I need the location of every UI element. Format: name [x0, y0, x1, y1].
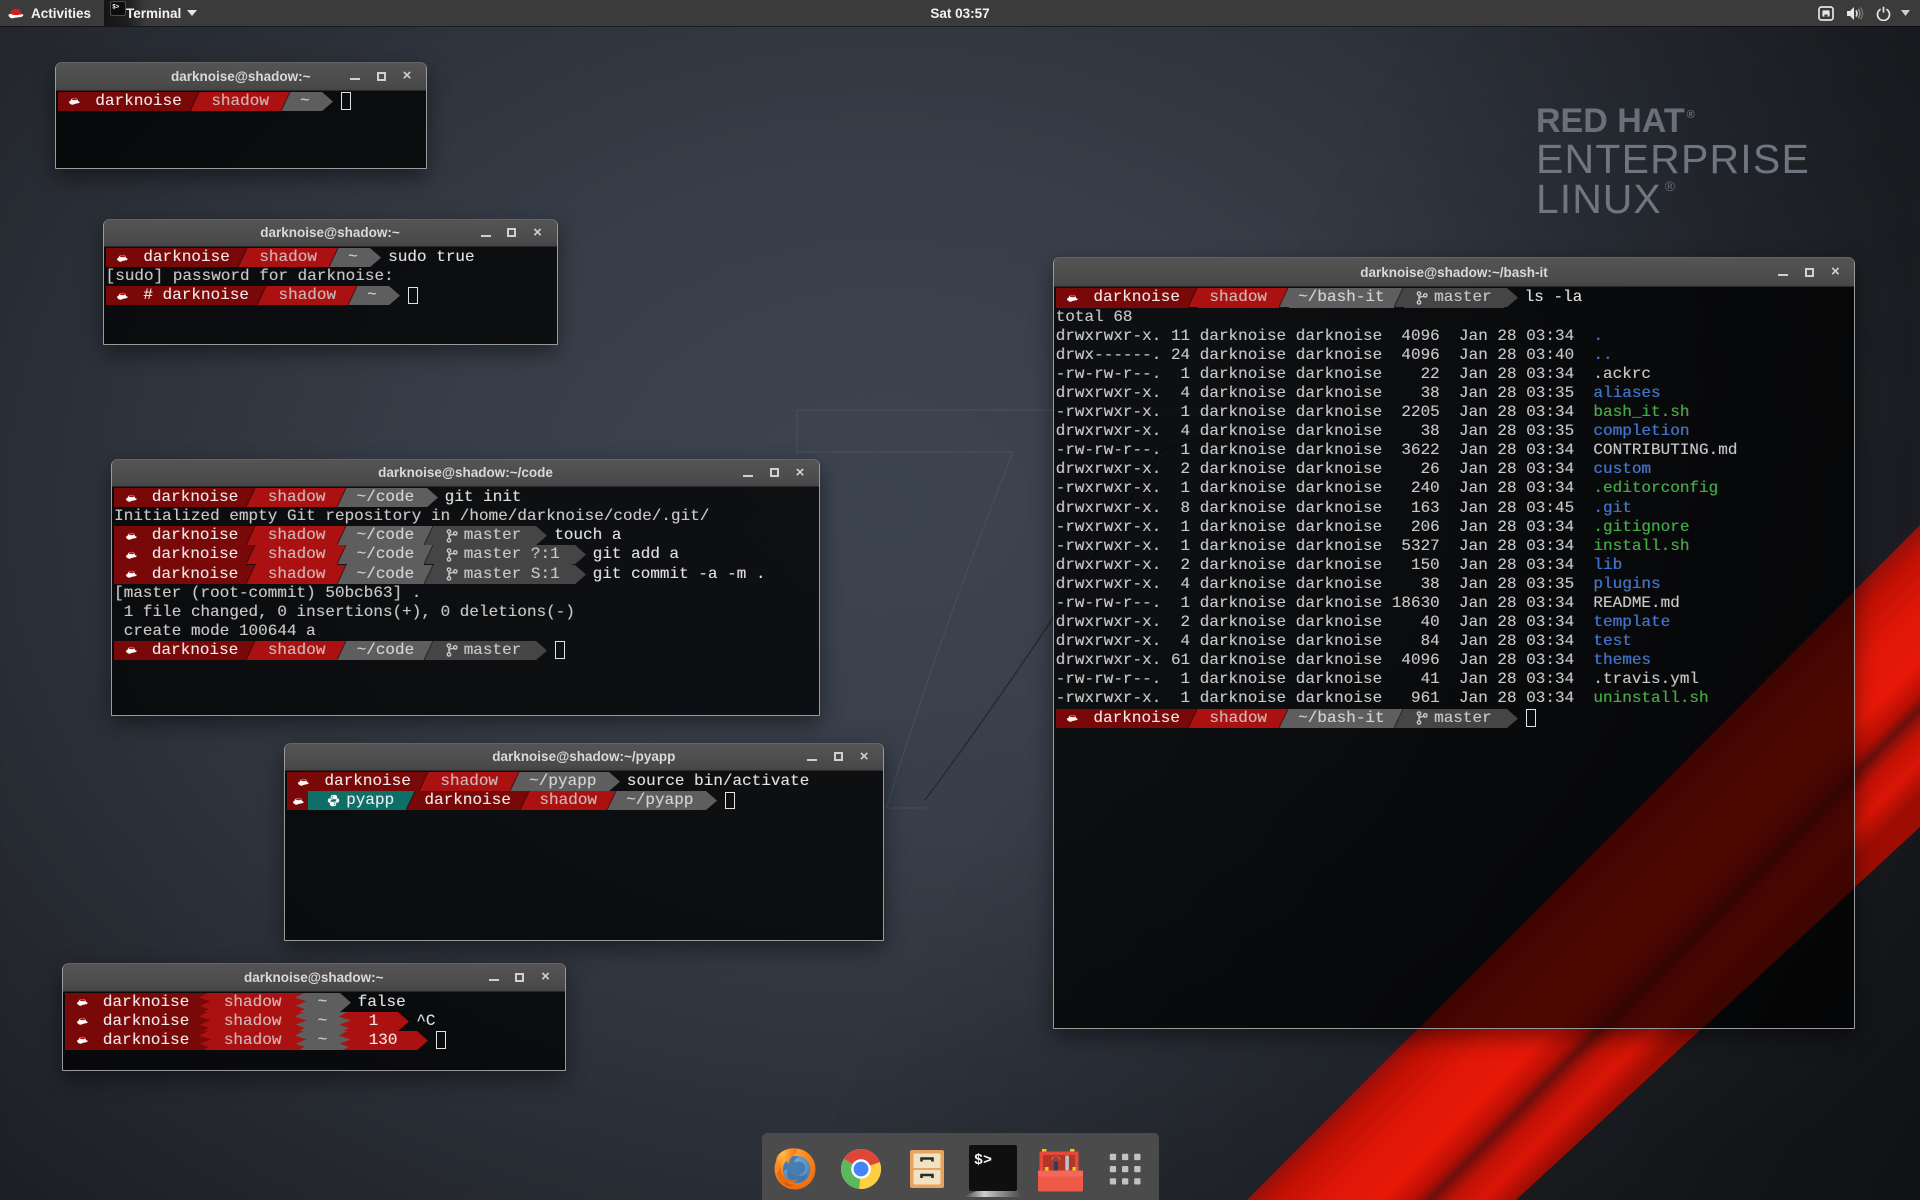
svg-text:$>: $>: [112, 4, 120, 11]
svg-text:$>: $>: [974, 1152, 992, 1169]
